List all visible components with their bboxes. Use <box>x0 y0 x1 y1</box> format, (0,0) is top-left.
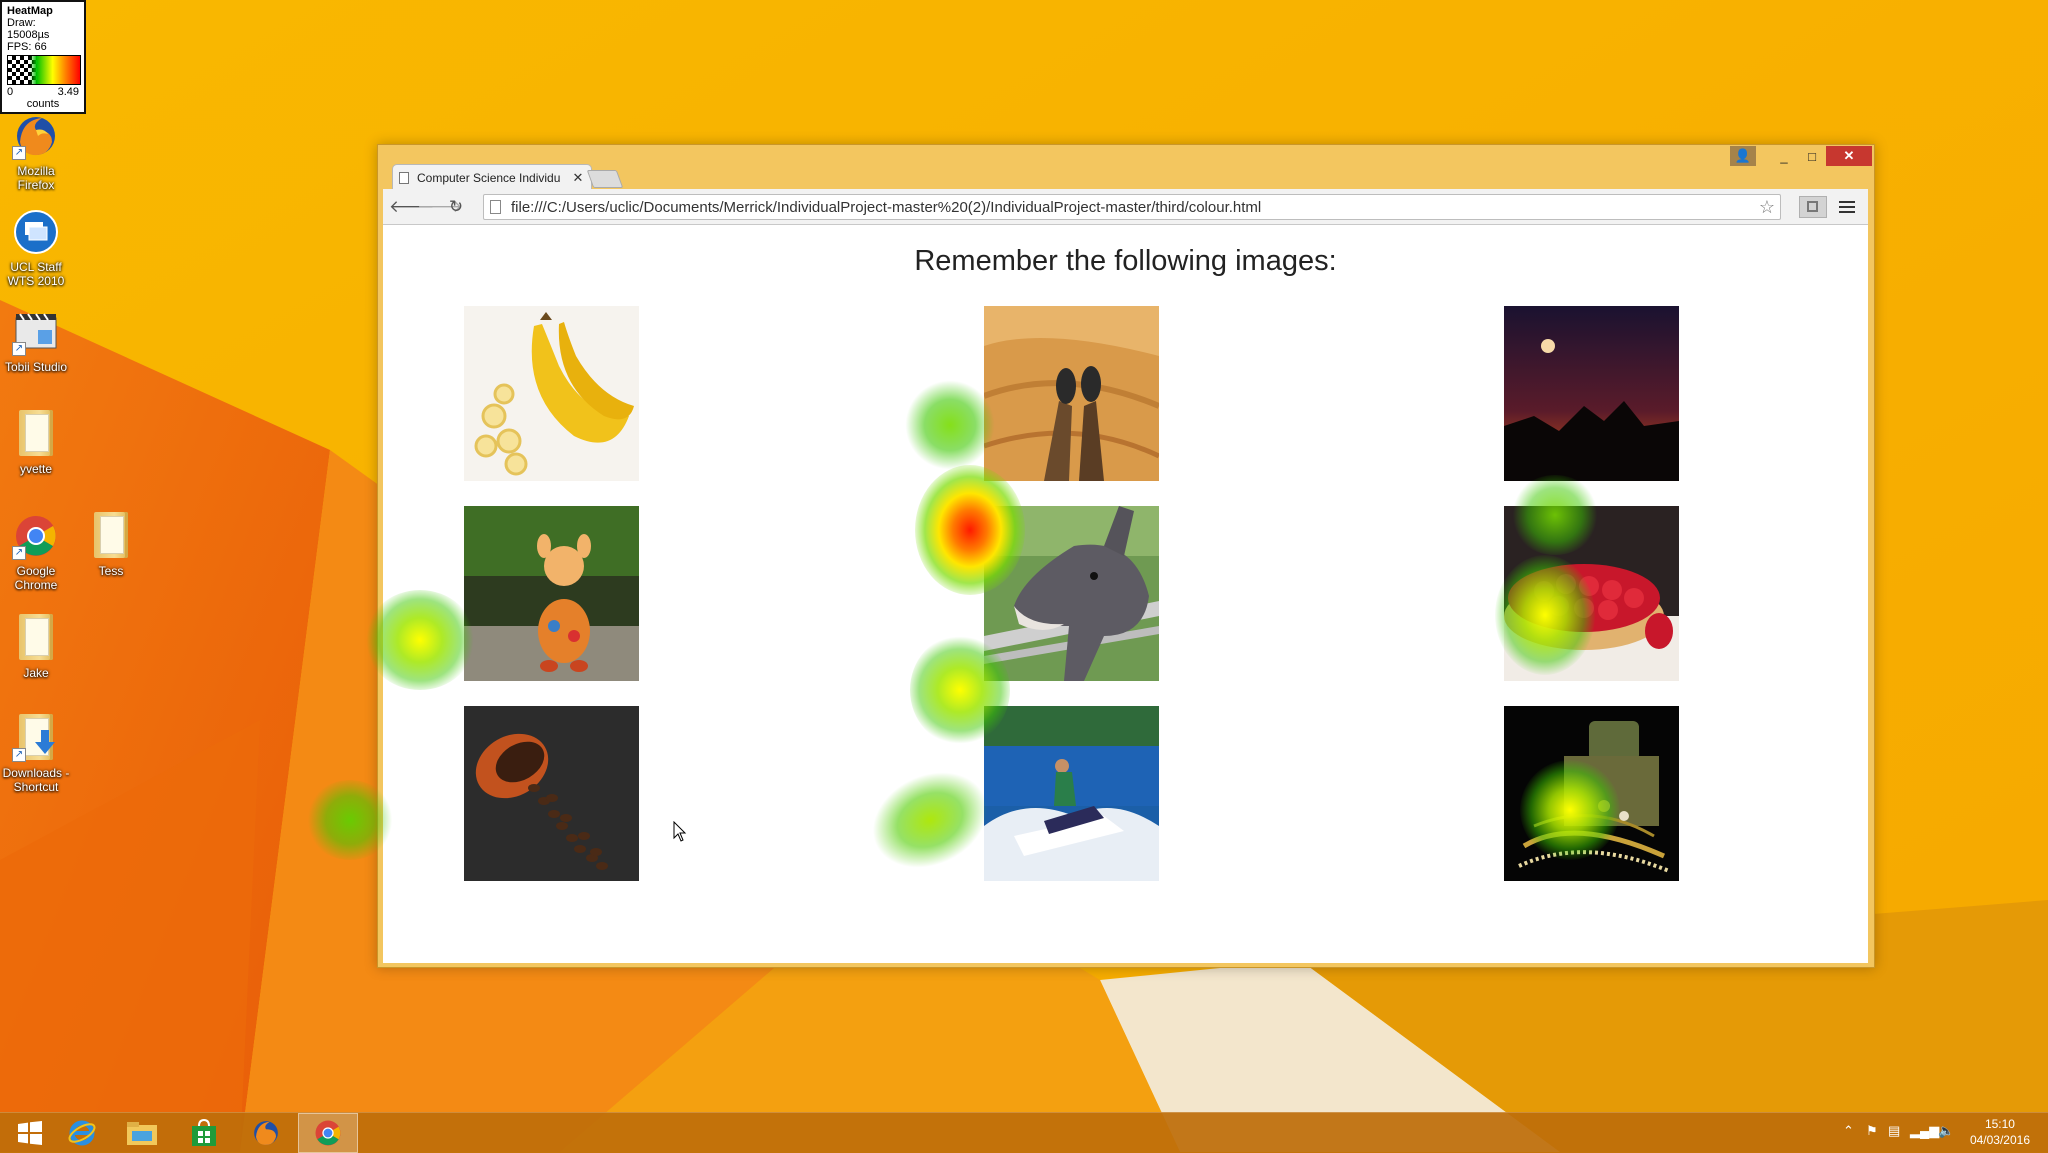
tab-title: Computer Science Individu <box>417 170 561 185</box>
desktop-icon-yvette[interactable]: yvette <box>0 410 72 476</box>
file-explorer-icon <box>127 1122 157 1145</box>
close-button[interactable]: ✕ <box>1826 146 1872 166</box>
forward-button[interactable]: 🡒 <box>417 197 463 217</box>
user-icon: 👤 <box>1734 148 1752 163</box>
desktop-icon-label: Tobii Studio <box>4 360 68 374</box>
start-button[interactable] <box>0 1113 60 1153</box>
system-clock[interactable]: 15:10 04/03/2016 <box>1970 1116 2030 1148</box>
heatmap-legend-title: HeatMap <box>7 5 53 17</box>
heatmap-legend: HeatMap Draw: 15008µs FPS: 66 0 3.49 cou… <box>0 0 86 114</box>
browser-toolbar: 🡐 🡒 ↻ file:///C:/Users/uclic/Documents/M… <box>383 189 1868 225</box>
store-icon <box>192 1119 216 1146</box>
back-button[interactable]: 🡐 <box>389 197 435 217</box>
taskbar-file-explorer[interactable] <box>112 1113 172 1153</box>
desktop-icon-label: UCL Staff WTS 2010 <box>7 260 65 288</box>
firefox-icon <box>254 1121 278 1145</box>
page-content: Remember the following images: <box>383 225 1868 963</box>
desktop-icon-firefox[interactable]: ↗ Mozilla Firefox <box>0 112 72 192</box>
heatmap-scale-max: 3.49 <box>57 86 79 98</box>
desktop-icon-label: Mozilla Firefox <box>17 164 55 192</box>
minimize-icon: _ <box>1780 148 1788 164</box>
desktop-icon-jake[interactable]: Jake <box>0 614 72 680</box>
address-bar[interactable]: file:///C:/Users/uclic/Documents/Merrick… <box>483 194 1781 220</box>
taskbar-chrome[interactable] <box>298 1113 358 1153</box>
url-text: file:///C:/Users/uclic/Documents/Merrick… <box>511 198 1262 216</box>
volume-icon[interactable]: 🔈 <box>1938 1123 1954 1139</box>
taskbar-internet-explorer[interactable] <box>52 1113 112 1153</box>
heatmap-scale-min: 0 <box>7 86 14 98</box>
image-moon-sunset[interactable] <box>1504 306 1679 481</box>
image-bananas[interactable] <box>464 306 639 481</box>
window-controls: 👤 _ □ ✕ <box>1730 146 1872 166</box>
desktop-icon-label: Jake <box>23 666 49 680</box>
image-coffee-beans[interactable] <box>464 706 639 881</box>
extension-button[interactable] <box>1799 196 1827 218</box>
firefox-icon: ↗ <box>12 112 60 160</box>
image-jet-ski[interactable] <box>984 706 1159 881</box>
profile-button[interactable]: 👤 <box>1730 146 1756 166</box>
chrome-icon: ↗ <box>12 512 60 560</box>
remote-desktop-icon <box>12 208 60 256</box>
new-tab-button[interactable] <box>586 170 624 188</box>
maximize-icon: □ <box>1808 148 1816 164</box>
heatmap-legend-draw: Draw: 15008µs <box>7 17 50 41</box>
mouse-cursor-icon <box>673 821 687 842</box>
browser-tab[interactable]: Computer Science Individu ✕ <box>392 164 592 190</box>
browser-window: 👤 _ □ ✕ Computer Science Individu ✕ 🡐 🡒 … <box>377 144 1875 968</box>
desktop-icon-label: yvette <box>19 462 52 476</box>
desktop-icon-tess[interactable]: Tess <box>75 512 147 578</box>
internet-explorer-icon <box>68 1120 96 1146</box>
downloads-folder-icon: ↗ <box>12 714 60 762</box>
desktop-icon-ucl-staff-wts[interactable]: UCL Staff WTS 2010 <box>0 208 72 288</box>
desktop-icon-downloads-shortcut[interactable]: ↗ Downloads - Shortcut <box>0 714 72 794</box>
chrome-icon <box>315 1120 341 1146</box>
devices-icon[interactable]: ▤ <box>1888 1123 1900 1139</box>
minimize-button[interactable]: _ <box>1770 146 1798 166</box>
page-heading: Remember the following images: <box>914 245 1337 277</box>
show-hidden-icons-icon[interactable]: ⌃ <box>1843 1123 1854 1139</box>
page-icon <box>399 171 409 184</box>
heatmap-legend-fps: FPS: 66 <box>7 41 47 53</box>
windows-logo-icon <box>18 1121 42 1145</box>
desktop-icon-label: Downloads - Shortcut <box>2 766 70 794</box>
bookmark-star-icon[interactable]: ☆ <box>1754 197 1780 218</box>
reload-icon: ↻ <box>448 197 464 216</box>
desktop-icon-label: Tess <box>98 564 124 578</box>
heatmap-color-scale <box>7 55 81 85</box>
desktop-icon-google-chrome[interactable]: ↗ Google Chrome <box>0 512 72 592</box>
action-center-flag-icon[interactable]: ⚑ <box>1866 1123 1878 1139</box>
image-toy-giraffe[interactable] <box>464 506 639 681</box>
taskbar-firefox[interactable] <box>236 1113 296 1153</box>
desktop-icon-tobii-studio[interactable]: ↗ Tobii Studio <box>0 308 72 374</box>
close-icon: ✕ <box>1843 148 1855 163</box>
folder-icon <box>12 410 60 458</box>
tobii-studio-icon: ↗ <box>12 308 60 356</box>
heatmap-scale-unit: counts <box>26 98 60 110</box>
taskbar: ⌃ ⚑ ▤ ▂▄▆ 🔈 15:10 04/03/2016 <box>0 1112 2048 1153</box>
image-donkey[interactable] <box>984 506 1159 681</box>
clock-time: 15:10 <box>1984 1117 2015 1131</box>
page-icon <box>490 200 501 214</box>
network-icon[interactable]: ▂▄▆ <box>1910 1123 1939 1139</box>
taskbar-store[interactable] <box>174 1113 234 1153</box>
chrome-menu-icon[interactable] <box>1839 198 1855 216</box>
reload-button[interactable]: ↻ <box>445 197 467 217</box>
clock-date: 04/03/2016 <box>1969 1133 2030 1147</box>
maximize-button[interactable]: □ <box>1798 146 1826 166</box>
tab-close-icon[interactable]: ✕ <box>571 170 585 186</box>
folder-icon <box>87 512 135 560</box>
image-strawberry-tart[interactable] <box>1504 506 1679 681</box>
folder-icon <box>12 614 60 662</box>
image-desert-boots[interactable] <box>984 306 1159 481</box>
image-jewellery-box[interactable] <box>1504 706 1679 881</box>
desktop-icon-label: Google Chrome <box>14 564 58 592</box>
